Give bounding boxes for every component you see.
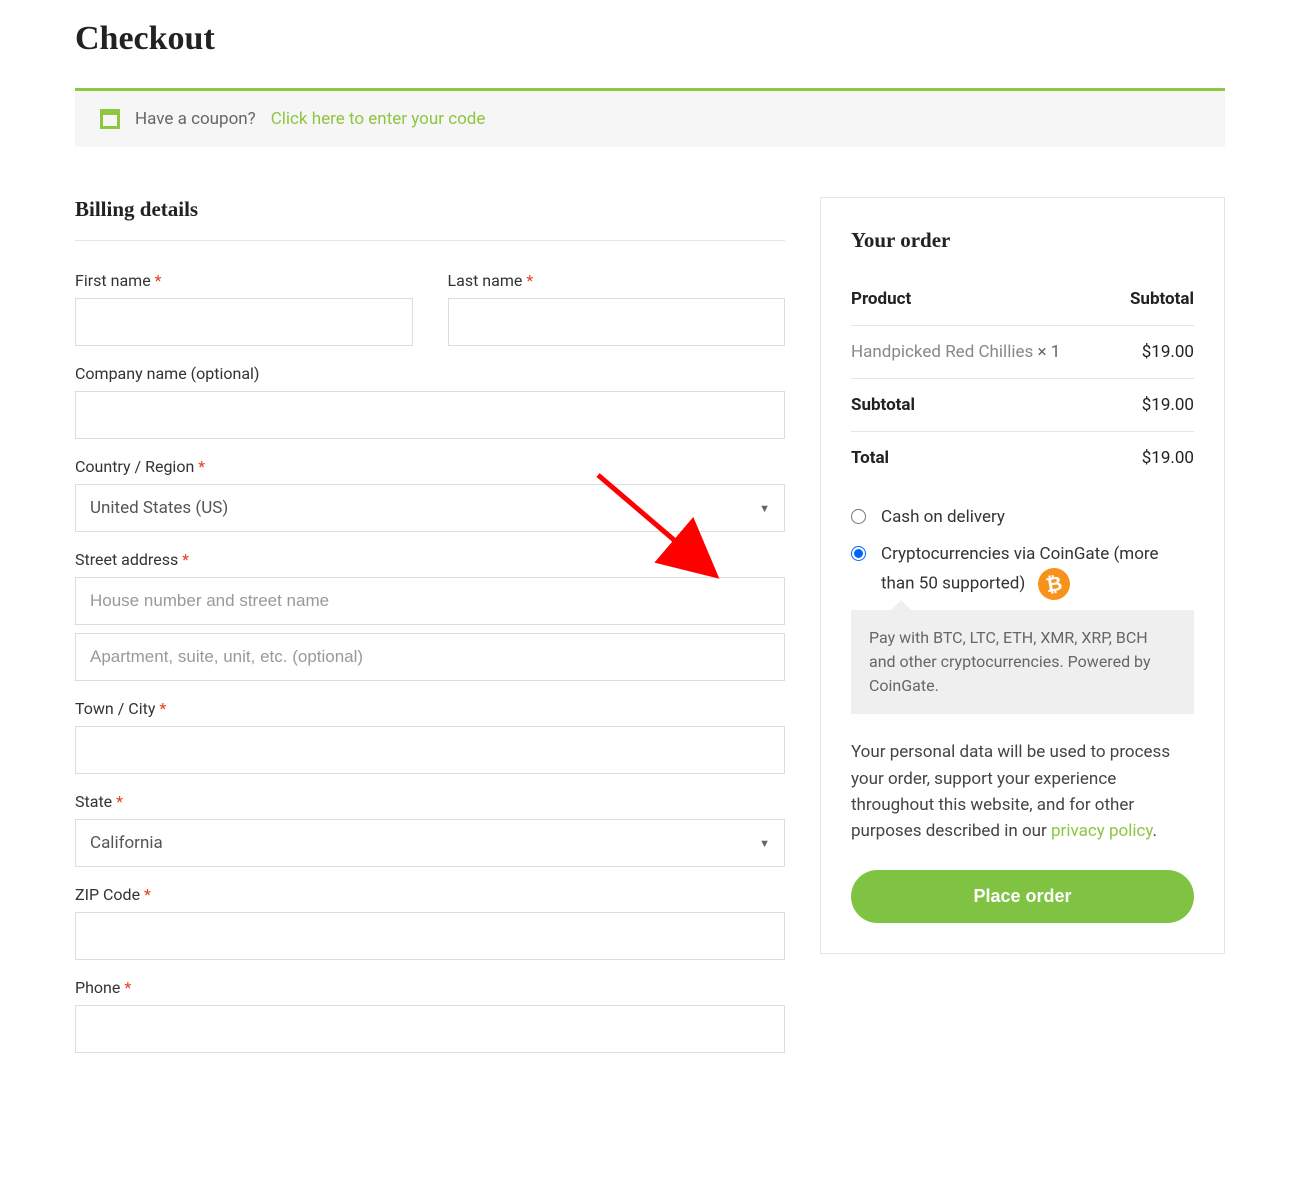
last-name-field[interactable] <box>448 298 786 346</box>
cod-label: Cash on delivery <box>881 504 1194 531</box>
crypto-label: Cryptocurrencies via CoinGate (more than… <box>881 541 1194 600</box>
page-title: Checkout <box>75 20 1225 58</box>
coupon-icon <box>100 109 120 129</box>
privacy-policy-link[interactable]: privacy policy <box>1051 821 1153 841</box>
required-mark: * <box>144 885 151 904</box>
total-label: Total <box>851 448 889 468</box>
street-address-field[interactable] <box>75 577 785 625</box>
place-order-button[interactable]: Place order <box>851 870 1194 923</box>
country-label: Country / Region * <box>75 457 785 476</box>
bitcoin-icon: ₿ <box>1035 566 1072 603</box>
order-item-name: Handpicked Red Chillies <box>851 342 1033 362</box>
required-mark: * <box>124 978 131 997</box>
required-mark: * <box>198 457 205 476</box>
billing-heading: Billing details <box>75 197 785 241</box>
privacy-notice: Your personal data will be used to proce… <box>851 739 1194 844</box>
chevron-down-icon: ▼ <box>759 502 770 515</box>
state-select[interactable]: California ▼ <box>75 819 785 867</box>
order-heading: Your order <box>851 228 1194 263</box>
product-header: Product <box>851 289 911 309</box>
last-name-label: Last name * <box>448 271 786 290</box>
order-item: Handpicked Red Chillies × 1 <box>851 342 1060 362</box>
country-select[interactable]: United States (US) ▼ <box>75 484 785 532</box>
coupon-prompt: Have a coupon? <box>135 109 256 129</box>
total-value: $19.00 <box>1142 448 1194 468</box>
subtotal-header: Subtotal <box>1130 289 1194 309</box>
crypto-radio[interactable] <box>851 546 866 561</box>
state-value: California <box>90 833 163 853</box>
coupon-banner: Have a coupon? Click here to enter your … <box>75 88 1225 147</box>
cod-radio[interactable] <box>851 509 866 524</box>
required-mark: * <box>526 271 533 290</box>
required-mark: * <box>116 792 123 811</box>
required-mark: * <box>182 550 189 569</box>
phone-field[interactable] <box>75 1005 785 1053</box>
crypto-description: Pay with BTC, LTC, ETH, XMR, XRP, BCH an… <box>851 610 1194 714</box>
order-item-price: $19.00 <box>1142 342 1194 362</box>
street-address-2-field[interactable] <box>75 633 785 681</box>
country-value: United States (US) <box>90 498 228 518</box>
required-mark: * <box>155 271 162 290</box>
payment-option-cod[interactable]: Cash on delivery <box>851 504 1194 531</box>
payment-methods: Cash on delivery Cryptocurrencies via Co… <box>851 504 1194 714</box>
company-field[interactable] <box>75 391 785 439</box>
subtotal-label: Subtotal <box>851 395 915 415</box>
payment-option-crypto[interactable]: Cryptocurrencies via CoinGate (more than… <box>851 541 1194 600</box>
zip-field[interactable] <box>75 912 785 960</box>
street-label: Street address * <box>75 550 785 569</box>
subtotal-value: $19.00 <box>1142 395 1194 415</box>
zip-label: ZIP Code * <box>75 885 785 904</box>
city-field[interactable] <box>75 726 785 774</box>
order-item-qty: × 1 <box>1037 342 1060 362</box>
company-label: Company name (optional) <box>75 364 785 383</box>
chevron-down-icon: ▼ <box>759 837 770 850</box>
first-name-label: First name * <box>75 271 413 290</box>
required-mark: * <box>159 699 166 718</box>
first-name-field[interactable] <box>75 298 413 346</box>
coupon-link[interactable]: Click here to enter your code <box>271 109 486 129</box>
city-label: Town / City * <box>75 699 785 718</box>
order-summary-table: Product Subtotal Handpicked Red Chillies… <box>851 273 1194 484</box>
phone-label: Phone * <box>75 978 785 997</box>
state-label: State * <box>75 792 785 811</box>
